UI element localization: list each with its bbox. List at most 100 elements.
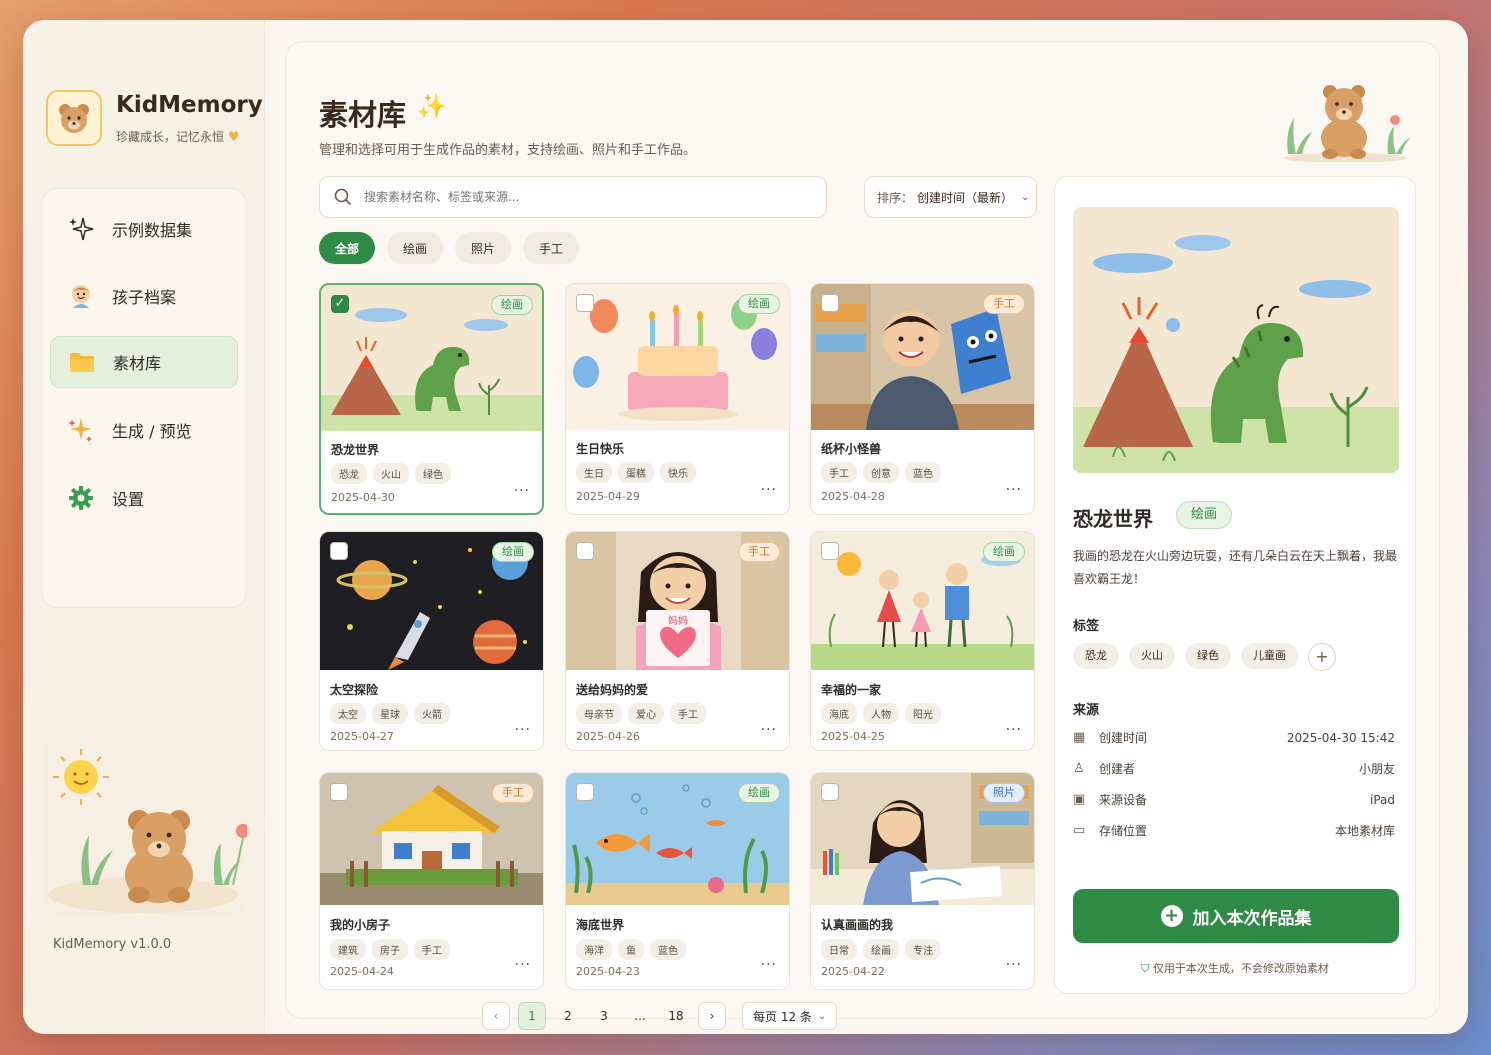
card-title: 生日快乐 [576, 442, 625, 456]
tag-chip: 日常 [821, 939, 857, 960]
more-options-icon[interactable]: ··· [515, 957, 531, 973]
detail-tags: 恐龙 火山 绿色 儿童画 + [1073, 643, 1336, 671]
page-button[interactable]: 3 [590, 1002, 618, 1030]
material-card[interactable]: 绘画 海底世界 海洋 鱼 蓝色 2025-04-23 ··· [565, 772, 790, 990]
tag-chip: 建筑 [330, 939, 366, 960]
card-date: 2025-04-29 [576, 490, 640, 503]
page-button[interactable]: 18 [662, 1002, 690, 1030]
child-icon [66, 281, 96, 311]
card-checkbox[interactable]: ✓ [331, 295, 349, 313]
card-title: 我的小房子 [330, 918, 391, 932]
tag-chip: 生日 [576, 462, 612, 483]
card-tags: 生日 蛋糕 快乐 [576, 462, 696, 483]
more-options-icon[interactable]: ··· [1006, 482, 1022, 498]
tag-chip[interactable]: 火山 [1129, 643, 1175, 669]
sort-value: 创建时间（最新） [917, 190, 1014, 205]
card-checkbox[interactable] [576, 294, 594, 312]
tag-chip[interactable]: 儿童画 [1241, 643, 1298, 669]
card-title: 海底世界 [576, 918, 625, 932]
more-options-icon[interactable]: ··· [514, 483, 530, 499]
more-options-icon[interactable]: ··· [1006, 957, 1022, 973]
material-card[interactable]: 绘画 生日快乐 生日 蛋糕 快乐 2025-04-29 ··· [565, 283, 790, 515]
meta-value: 本地素材库 [1334, 824, 1395, 838]
more-options-icon[interactable]: ··· [1006, 722, 1022, 738]
sidebar-item-dataset[interactable]: 示例数据集 [50, 203, 238, 255]
tag-chip: 快乐 [660, 462, 696, 483]
app-name: KidMemory [116, 92, 263, 118]
card-thumbnail: 绘画 [566, 773, 789, 905]
tag-chip: 绿色 [415, 463, 451, 484]
more-options-icon[interactable]: ··· [761, 482, 777, 498]
more-options-icon[interactable]: ··· [761, 957, 777, 973]
card-checkbox[interactable] [821, 783, 839, 801]
gear-icon [66, 483, 96, 513]
type-badge: 绘画 [738, 783, 780, 803]
card-thumbnail: 照片 [811, 773, 1034, 905]
per-page-select[interactable]: 每页 12 条 ⌄ [742, 1002, 838, 1030]
search-input[interactable] [364, 190, 784, 204]
filter-drawing[interactable]: 绘画 [387, 232, 444, 264]
filter-all[interactable]: 全部 [319, 232, 376, 264]
add-tag-button[interactable]: + [1308, 643, 1336, 671]
tag-chip[interactable]: 绿色 [1185, 643, 1231, 669]
sort-dropdown[interactable]: 排序： 创建时间（最新） ⌄ [864, 176, 1037, 218]
type-badge: 绘画 [738, 294, 780, 314]
prev-page-button[interactable]: ‹ [482, 1002, 510, 1030]
card-checkbox[interactable] [576, 783, 594, 801]
tag-chip: 手工 [670, 703, 706, 724]
card-date: 2025-04-24 [330, 965, 394, 978]
meta-label: 创建时间 [1099, 731, 1148, 745]
material-card[interactable]: 手工 我的小房子 建筑 房子 手工 2025-04-24 ··· [319, 772, 544, 990]
calendar-icon: ▦ [1073, 730, 1086, 745]
next-page-button[interactable]: › [698, 1002, 726, 1030]
card-thumbnail: 手工 [811, 284, 1034, 430]
more-options-icon[interactable]: ··· [515, 722, 531, 738]
sort-label: 排序： [877, 190, 914, 205]
sidebar-nav: 示例数据集 孩子档案 素材库 生成 / 预览 设置 [41, 188, 247, 608]
material-card[interactable]: 妈妈 手工 送给妈妈的爱 母亲节 爱心 手工 2025-04-26 ··· [565, 531, 790, 751]
app-logo [46, 90, 102, 146]
source-heading: 来源 [1073, 703, 1100, 718]
card-checkbox[interactable] [821, 294, 839, 312]
material-card[interactable]: ✓ 绘画 恐龙世界 恐龙 火山 绿色 2025-04-30 ··· [319, 283, 544, 515]
sidebar-item-label: 孩子档案 [112, 288, 177, 307]
add-to-collection-button[interactable]: + 加入本次作品集 [1073, 889, 1399, 943]
page-subtitle: 管理和选择可用于生成作品的素材，支持绘画、照片和手工作品。 [319, 143, 697, 158]
material-card[interactable]: 照片 认真画画的我 日常 绘画 专注 2025-04-22 ··· [810, 772, 1035, 990]
card-tags: 日常 绘画 专注 [821, 939, 941, 960]
more-options-icon[interactable]: ··· [761, 722, 777, 738]
sidebar-item-settings[interactable]: 设置 [50, 472, 238, 524]
sidebar-item-library[interactable]: 素材库 [50, 336, 238, 388]
card-checkbox[interactable] [330, 542, 348, 560]
bear-logo-icon [59, 104, 89, 133]
tag-chip: 恐龙 [331, 463, 367, 484]
card-checkbox[interactable] [821, 542, 839, 560]
filter-craft[interactable]: 手工 [523, 232, 580, 264]
card-checkbox[interactable] [576, 542, 594, 560]
app-window: KidMemory 珍藏成长，记忆永恒 ♥ 示例数据集 孩子档案 素材库 生成 … [23, 20, 1468, 1034]
folder-icon [67, 347, 97, 377]
tag-chip[interactable]: 恐龙 [1073, 643, 1119, 669]
material-card[interactable]: 绘画 幸福的一家 海底 人物 阳光 2025-04-25 ··· [810, 531, 1035, 751]
tag-chip: 绘画 [863, 939, 899, 960]
search-box[interactable] [319, 176, 827, 218]
tag-chip: 火箭 [414, 703, 450, 724]
material-card[interactable]: 手工 纸杯小怪兽 手工 创意 蓝色 2025-04-28 ··· [810, 283, 1035, 515]
page-button[interactable]: 2 [554, 1002, 582, 1030]
filter-photo[interactable]: 照片 [455, 232, 512, 264]
heart-icon: ♥ [227, 130, 240, 145]
type-badge: 绘画 [492, 542, 534, 562]
card-checkbox[interactable] [330, 783, 348, 801]
card-tags: 海洋 鱼 蓝色 [576, 939, 686, 960]
material-card[interactable]: 绘画 太空探险 太空 星球 火箭 2025-04-27 ··· [319, 531, 544, 751]
tag-chip: 人物 [863, 703, 899, 724]
meta-value: 2025-04-30 15:42 [1286, 730, 1395, 745]
sidebar-item-child-profile[interactable]: 孩子档案 [50, 270, 238, 322]
card-date: 2025-04-25 [821, 730, 885, 743]
card-title: 纸杯小怪兽 [821, 442, 882, 456]
meta-row-creator: ♙ 创建者 小朋友 [1073, 760, 1395, 777]
sidebar-item-generate-preview[interactable]: 生成 / 预览 [50, 404, 238, 456]
page-button[interactable]: 1 [518, 1002, 546, 1030]
card-date: 2025-04-22 [821, 965, 885, 978]
add-button-label: 加入本次作品集 [1192, 908, 1312, 929]
